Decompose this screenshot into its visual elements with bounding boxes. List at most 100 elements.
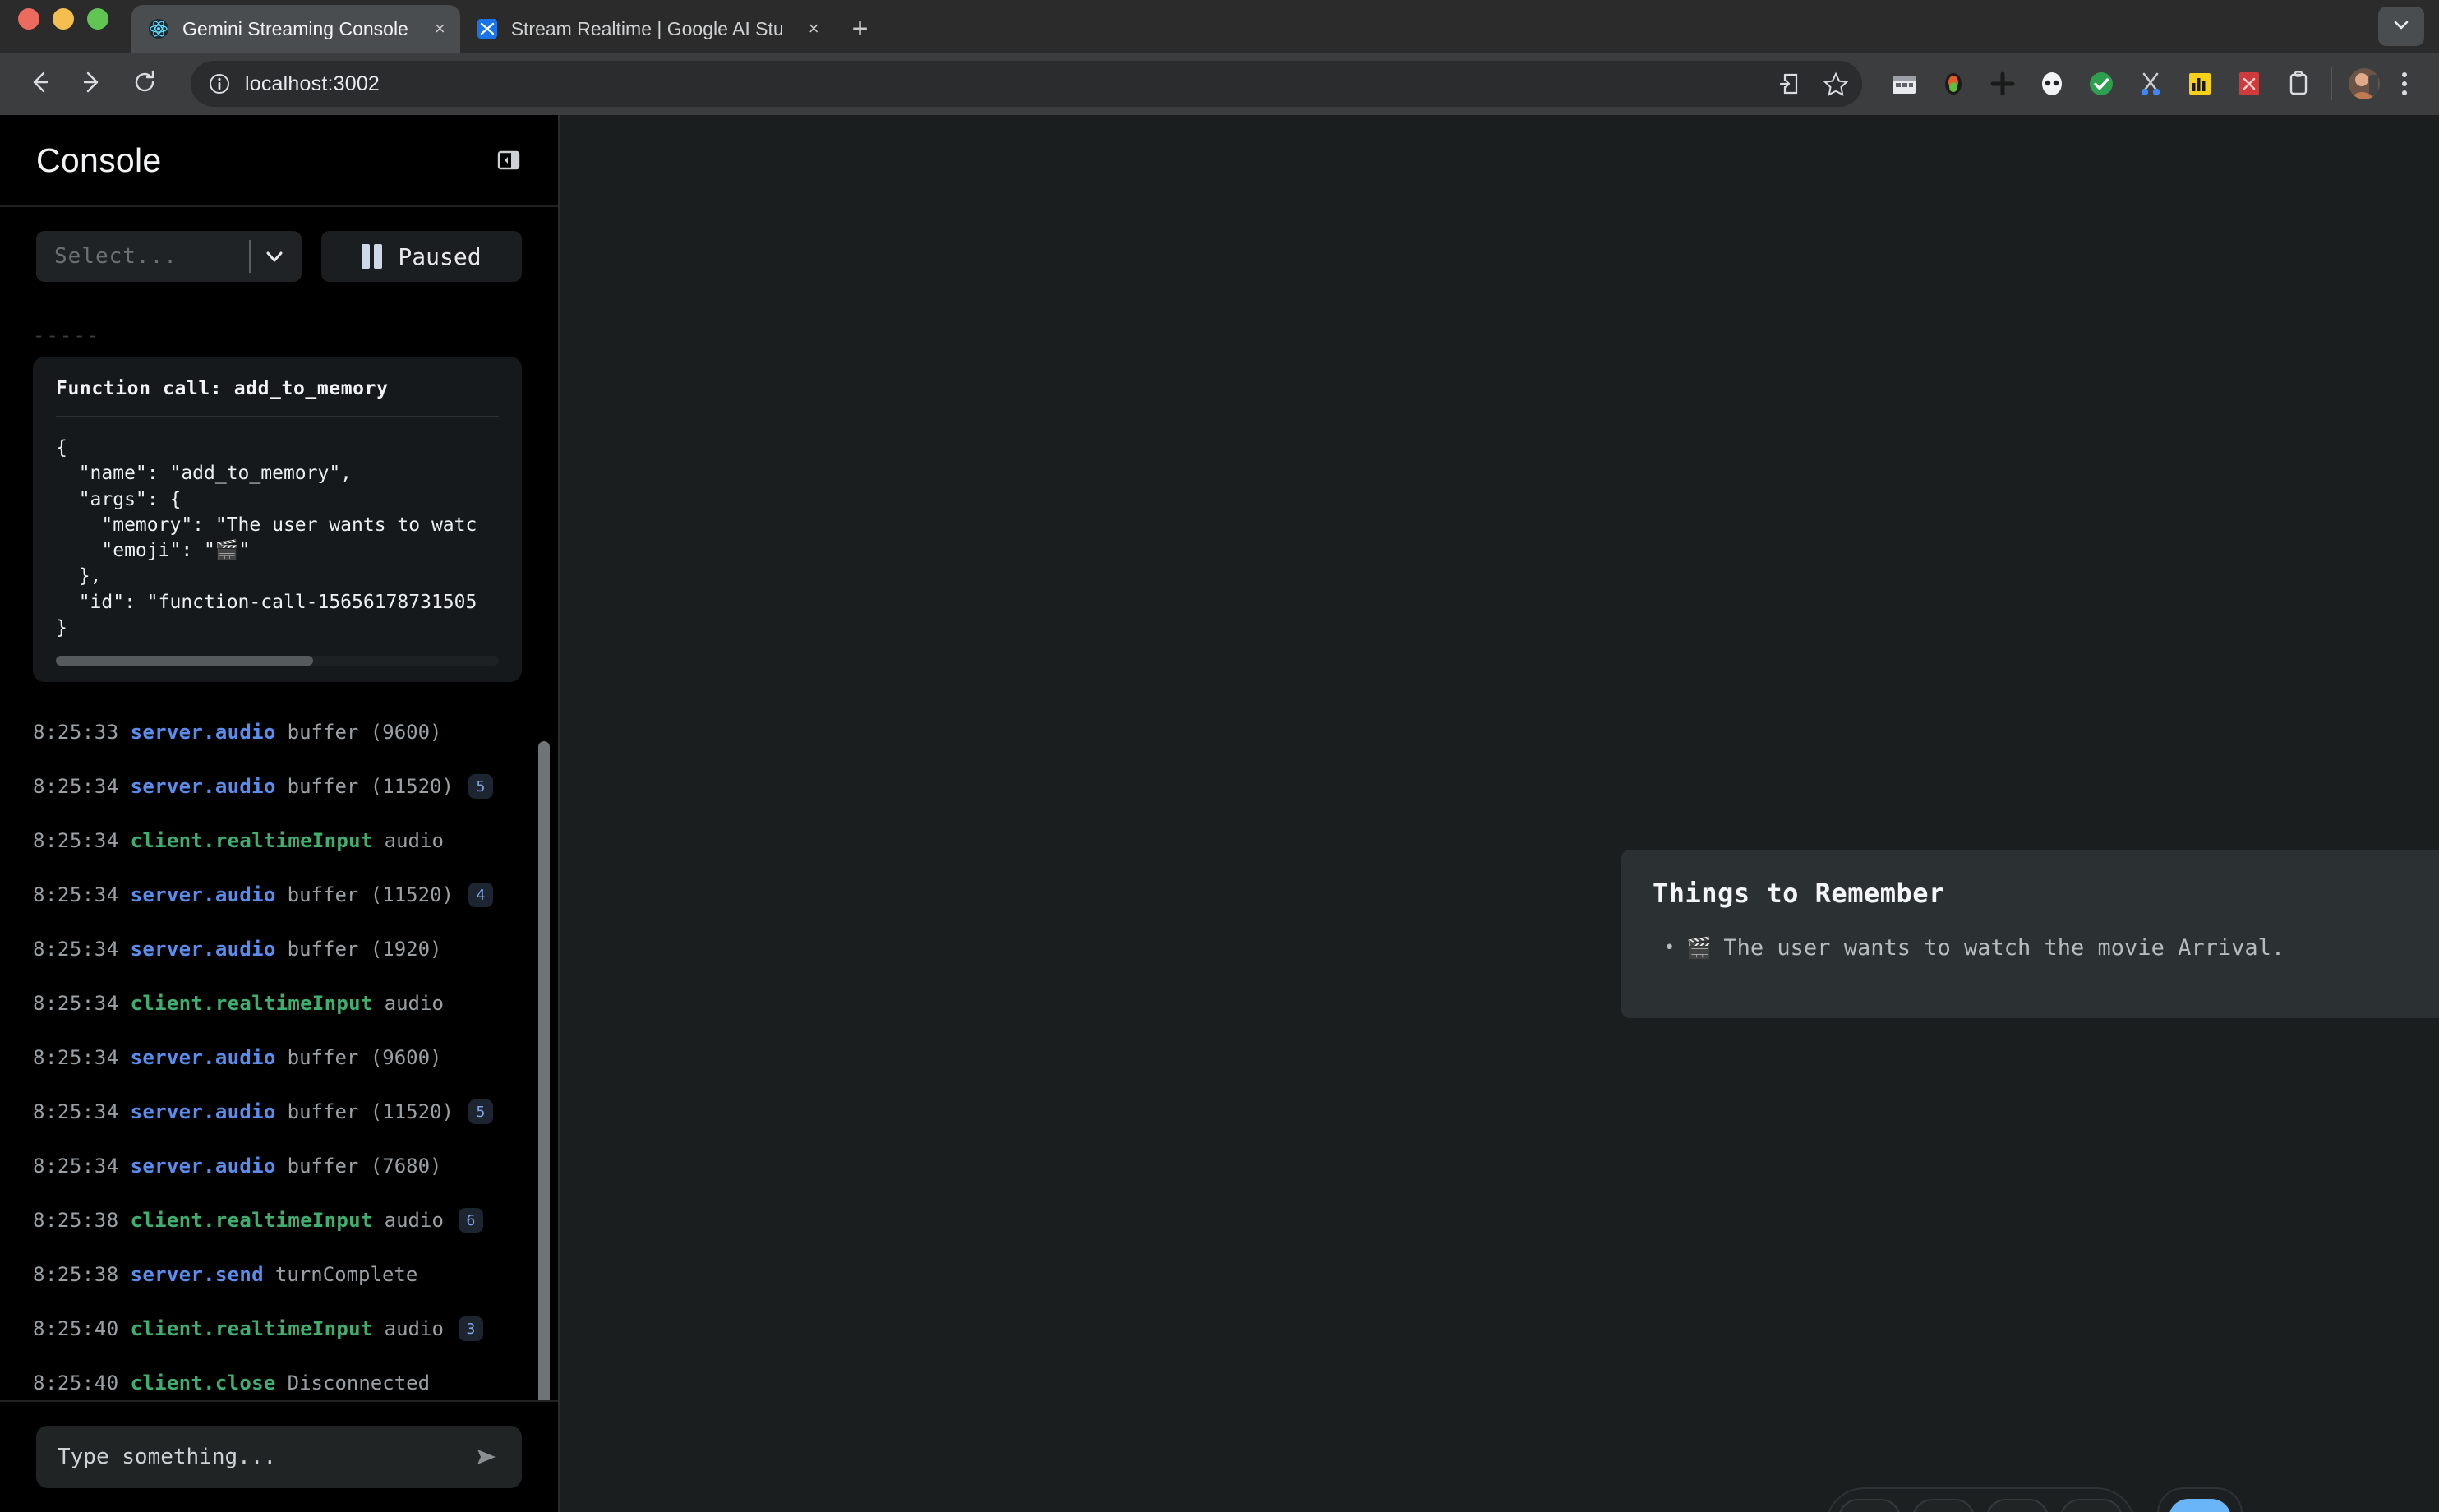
log-source: server.audio <box>130 883 276 907</box>
log-message: buffer (9600) <box>287 1046 442 1070</box>
address-bar-actions <box>1775 67 1852 100</box>
log-row[interactable]: 8:25:34 server.audio buffer (11520) 5 <box>33 1085 522 1139</box>
panda-extension-icon[interactable] <box>2036 68 2068 99</box>
browser-tab-stream-realtime[interactable]: Stream Realtime | Google AI Stud × <box>460 5 834 53</box>
window-traffic-lights <box>18 0 108 53</box>
log-source: client.close <box>130 1371 276 1395</box>
chevron-down-icon[interactable] <box>262 244 287 269</box>
pause-icon <box>362 244 385 269</box>
log-timestamp: 8:25:34 <box>33 1100 119 1124</box>
log-row[interactable]: 8:25:34 client.realtimeInput audio <box>33 814 522 868</box>
log-message: buffer (9600) <box>287 721 442 744</box>
log-source: server.audio <box>130 775 276 799</box>
audio-waveform-button[interactable] <box>1912 1499 1975 1512</box>
log-timestamp: 8:25:38 <box>33 1263 119 1287</box>
play-button[interactable] <box>2169 1499 2231 1512</box>
log-timestamp: 8:25:34 <box>33 829 119 853</box>
log-message: Disconnected <box>287 1371 431 1395</box>
log-timestamp: 8:25:34 <box>33 1155 119 1178</box>
camera-button[interactable] <box>2060 1499 2123 1512</box>
vertical-scrollbar[interactable] <box>538 306 550 1400</box>
pause-button[interactable]: Paused <box>321 231 522 282</box>
address-bar[interactable]: localhost:3002 <box>191 61 1862 107</box>
log-count-badge: 6 <box>458 1208 483 1233</box>
message-composer: Type something... <box>0 1400 558 1512</box>
close-window-button[interactable] <box>18 8 39 30</box>
collapse-panel-icon[interactable] <box>492 144 525 177</box>
horizontal-scrollbar[interactable] <box>56 656 499 666</box>
maximize-window-button[interactable] <box>87 8 108 30</box>
log-message: buffer (11520) <box>287 1100 454 1124</box>
scissors-extension-icon[interactable] <box>2135 68 2166 99</box>
forward-arrow-icon <box>78 68 106 100</box>
log-source: server.audio <box>130 938 276 961</box>
log-count-badge: 5 <box>468 774 493 800</box>
reload-button[interactable] <box>122 61 168 107</box>
chart-extension-icon[interactable] <box>2184 68 2215 99</box>
tab-list: Gemini Streaming Console × Stream Realti… <box>131 0 886 53</box>
log-source: server.audio <box>130 1155 276 1178</box>
log-timestamp: 8:25:34 <box>33 992 119 1016</box>
control-button-group <box>1825 1487 2136 1512</box>
tab-title: Gemini Streaming Console <box>182 17 408 39</box>
plus-extension-icon[interactable] <box>1987 68 2018 99</box>
composer-box[interactable]: Type something... <box>36 1426 522 1488</box>
memory-item-text: The user wants to watch the movie Arriva… <box>1723 935 2285 961</box>
calendar-extension-icon[interactable] <box>1888 68 1920 99</box>
log-row[interactable]: 8:25:38 client.realtimeInput audio 6 <box>33 1193 522 1247</box>
red-extension-icon[interactable] <box>2234 68 2265 99</box>
extension-toolbar <box>1888 68 2314 99</box>
app-body: Console Select... Paused ----- Function … <box>0 115 2439 1512</box>
bookmark-star-icon[interactable] <box>1819 67 1852 100</box>
log-row[interactable]: 8:25:34 client.realtimeInput audio <box>33 976 522 1030</box>
log-row[interactable]: 8:25:34 server.audio buffer (7680) <box>33 1139 522 1193</box>
close-tab-button[interactable]: × <box>809 20 819 38</box>
log-row[interactable]: 8:25:38 server.send turnComplete <box>33 1247 522 1302</box>
select-divider <box>249 240 251 273</box>
log-timestamp: 8:25:40 <box>33 1371 119 1395</box>
log-timestamp: 8:25:34 <box>33 1046 119 1070</box>
memory-list: • 🎬 The user wants to watch the movie Ar… <box>1621 935 2439 961</box>
log-row[interactable]: 8:25:34 server.audio buffer (9600) <box>33 1030 522 1085</box>
react-atom-icon <box>148 18 169 39</box>
microphone-button[interactable] <box>1838 1499 1901 1512</box>
send-icon[interactable] <box>473 1443 500 1471</box>
log-message: buffer (11520) <box>287 883 454 907</box>
screen-share-button[interactable] <box>1986 1499 2049 1512</box>
browser-tab-gemini-streaming-console[interactable]: Gemini Streaming Console × <box>131 5 460 53</box>
tab-title: Stream Realtime | Google AI Stud <box>510 17 782 39</box>
log-row[interactable]: 8:25:40 client.realtimeInput audio 3 <box>33 1302 522 1356</box>
color-picker-extension-icon[interactable] <box>1938 68 1969 99</box>
log-message: turnComplete <box>274 1263 418 1287</box>
log-row[interactable]: 8:25:34 server.audio buffer (1920) <box>33 922 522 976</box>
log-row[interactable]: 8:25:34 server.audio buffer (11520) 4 <box>33 868 522 922</box>
minimize-window-button[interactable] <box>53 8 74 30</box>
log-source: client.realtimeInput <box>130 992 373 1016</box>
tab-search-button[interactable] <box>2378 7 2424 46</box>
log-row[interactable]: 8:25:40 client.close Disconnected <box>33 1356 522 1400</box>
log-filter-select[interactable]: Select... <box>36 231 302 282</box>
avatar[interactable] <box>2349 68 2380 99</box>
horizontal-scrollbar-thumb[interactable] <box>56 656 313 666</box>
log-row[interactable]: 8:25:33 server.audio buffer (9600) <box>33 705 522 759</box>
reload-icon <box>131 68 159 100</box>
log-count-badge: 4 <box>468 883 493 908</box>
console-controls: Select... Paused <box>0 207 558 306</box>
checkmark-extension-icon[interactable] <box>2086 68 2117 99</box>
clipboard-extension-icon[interactable] <box>2283 68 2314 99</box>
install-app-icon[interactable] <box>1775 67 1808 100</box>
back-button[interactable] <box>16 61 62 107</box>
close-tab-button[interactable]: × <box>435 20 445 38</box>
new-tab-button[interactable]: + <box>834 15 887 53</box>
log-row[interactable]: 8:25:34 server.audio buffer (11520) 5 <box>33 759 522 814</box>
log-source: server.audio <box>130 721 276 744</box>
clapper-board-icon: 🎬 <box>1686 935 1713 960</box>
log-message: audio <box>384 1209 444 1233</box>
kebab-menu-icon[interactable] <box>2386 66 2423 102</box>
forward-button[interactable] <box>69 61 115 107</box>
browser-window: Gemini Streaming Console × Stream Realti… <box>0 0 2439 1512</box>
log-scroll-container[interactable]: ----- Function call: add_to_memory { "na… <box>0 306 558 1400</box>
site-info-icon[interactable] <box>205 70 233 98</box>
vertical-scrollbar-thumb[interactable] <box>538 741 550 1400</box>
log-message: audio <box>384 992 444 1016</box>
